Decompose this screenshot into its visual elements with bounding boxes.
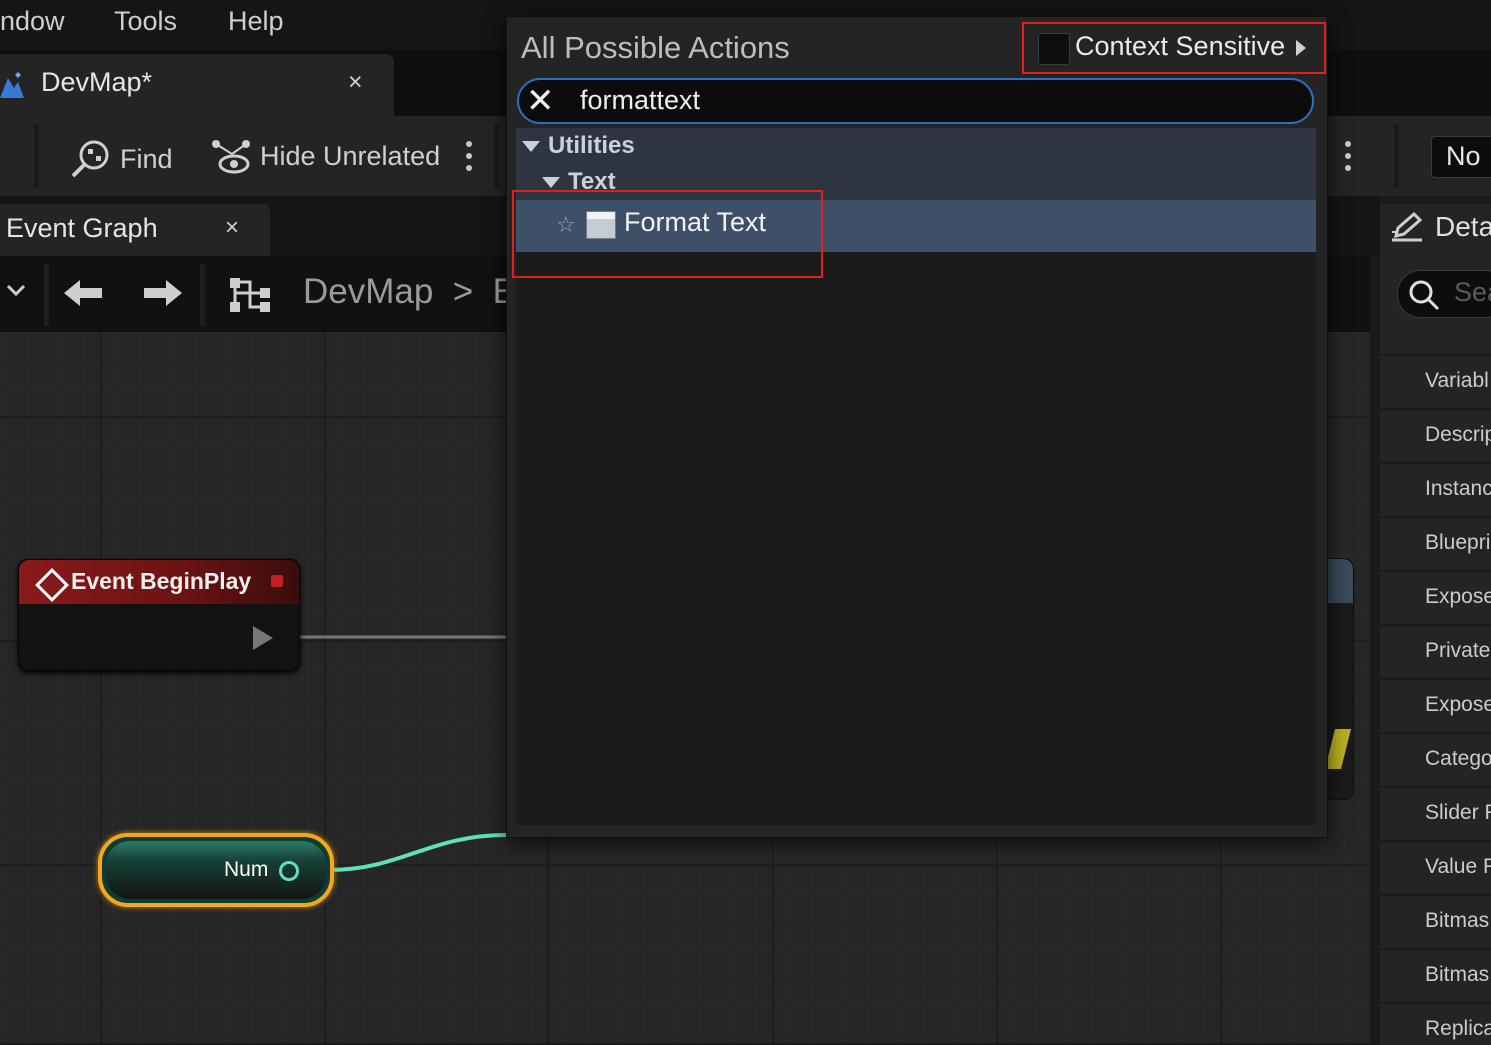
- details-row-label: Instanc: [1425, 477, 1491, 500]
- details-row-label: Value F: [1425, 855, 1491, 878]
- details-row[interactable]: Bitmas: [1380, 894, 1491, 948]
- context-sensitive-highlight: [1022, 22, 1326, 74]
- details-row-label: Private: [1425, 639, 1491, 662]
- details-row-label: Replica: [1425, 1017, 1491, 1040]
- details-row[interactable]: Variabl: [1380, 354, 1491, 408]
- action-search-input[interactable]: [580, 81, 1280, 119]
- details-row[interactable]: Slider F: [1380, 786, 1491, 840]
- format-text-highlight: [512, 190, 823, 278]
- details-row-label: Bitmas: [1425, 963, 1490, 986]
- search-icon: [1409, 280, 1440, 311]
- exec-output-pin[interactable]: [253, 626, 273, 650]
- details-row-label: Expose: [1425, 585, 1491, 608]
- details-row[interactable]: Private: [1380, 624, 1491, 678]
- details-row[interactable]: Instanc: [1380, 462, 1491, 516]
- details-row-label: Bluepri: [1425, 531, 1491, 554]
- toolbar-divider: [1394, 124, 1399, 188]
- details-row[interactable]: Value F: [1380, 840, 1491, 894]
- details-row[interactable]: Expose: [1380, 678, 1491, 732]
- details-row-label: Descrip: [1425, 423, 1491, 446]
- pencil-icon: [1392, 212, 1423, 242]
- details-row[interactable]: Bluepri: [1380, 516, 1491, 570]
- debug-filter-value: No: [1446, 141, 1481, 171]
- details-row-label: Variabl: [1425, 369, 1489, 392]
- category-label: Utilities: [548, 132, 635, 159]
- details-row[interactable]: Expose: [1380, 570, 1491, 624]
- details-row[interactable]: Catego: [1380, 732, 1491, 786]
- expand-triangle-icon: [522, 141, 540, 153]
- details-row[interactable]: Bitmas: [1380, 948, 1491, 1002]
- debug-filter-combo[interactable]: No: [1431, 136, 1491, 178]
- details-row-label: Expose: [1425, 693, 1491, 716]
- delegate-pin[interactable]: [271, 575, 283, 587]
- details-search-placeholder: Sea: [1454, 277, 1491, 307]
- details-title[interactable]: Deta: [1435, 211, 1491, 243]
- details-row-label: Catego: [1425, 747, 1491, 770]
- expand-triangle-icon: [542, 177, 560, 189]
- category-utilities[interactable]: Utilities: [522, 132, 635, 160]
- details-row[interactable]: Replica: [1380, 1002, 1491, 1045]
- event-beginplay-node[interactable]: Event BeginPlay: [18, 559, 300, 671]
- details-row-label: Slider F: [1425, 801, 1491, 824]
- details-row[interactable]: Descrip: [1380, 408, 1491, 462]
- node-title: Event BeginPlay: [71, 568, 252, 594]
- num-output-pin[interactable]: [279, 861, 299, 881]
- details-search-input[interactable]: Sea: [1397, 270, 1491, 318]
- action-menu-title: All Possible Actions: [521, 30, 790, 65]
- num-variable-label: Num: [224, 858, 269, 881]
- input-pin[interactable]: [1325, 729, 1351, 769]
- details-row-label: Bitmas: [1425, 909, 1490, 932]
- close-icon[interactable]: ✕: [526, 84, 555, 118]
